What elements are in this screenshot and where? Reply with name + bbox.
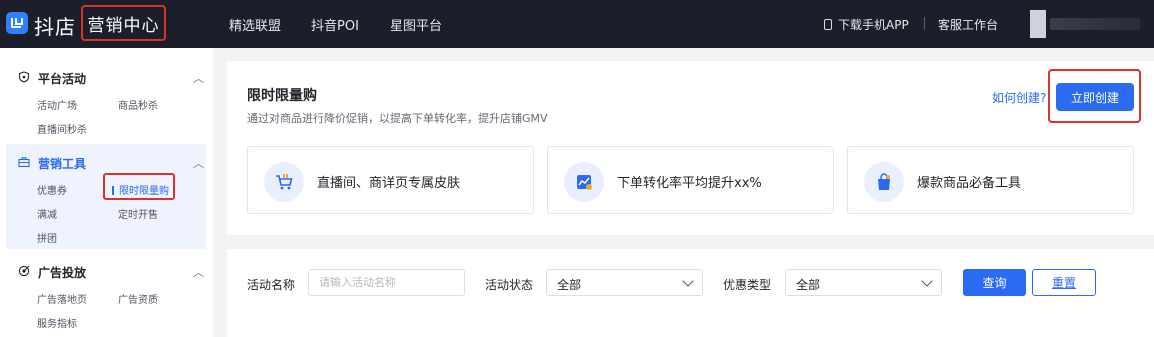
chevron-up-icon[interactable]: ︿ bbox=[193, 70, 204, 86]
toolbox-icon bbox=[18, 157, 30, 168]
sidebar-item-limited-purchase[interactable]: 限时限量购 bbox=[112, 182, 169, 197]
sidebar: 平台活动 ︿ 活动广场 商品秒杀 直播间秒杀 营销工具 ︿ 优惠券 限时限量购 … bbox=[0, 48, 213, 337]
active-indicator bbox=[112, 186, 114, 195]
sidebar-item-live-flash-sale[interactable]: 直播间秒杀 bbox=[37, 121, 87, 136]
nav-link-alliance[interactable]: 精选联盟 bbox=[229, 15, 281, 34]
sidebar-item-label: 限时限量购 bbox=[119, 186, 169, 197]
reset-button[interactable]: 重置 bbox=[1032, 269, 1096, 296]
sidebar-item-activity-square[interactable]: 活动广场 bbox=[37, 97, 77, 112]
sidebar-item-ad-qualification[interactable]: 广告资质 bbox=[118, 291, 158, 306]
nav-link-xingtu[interactable]: 星图平台 bbox=[390, 15, 442, 34]
sidebar-item-coupon[interactable]: 优惠券 bbox=[37, 182, 67, 197]
create-now-button[interactable]: 立即创建 bbox=[1056, 83, 1134, 111]
sidebar-group-title[interactable]: 平台活动 bbox=[38, 70, 86, 87]
marketing-center-button[interactable]: 营销中心 bbox=[81, 5, 166, 41]
target-icon bbox=[18, 265, 30, 277]
chevron-down-icon bbox=[921, 275, 933, 287]
page-title: 限时限量购 bbox=[247, 88, 317, 104]
sidebar-item-scheduled-sale[interactable]: 定时开售 bbox=[118, 206, 158, 221]
phone-icon bbox=[824, 19, 832, 30]
highlight-box-create: 立即创建 bbox=[1048, 69, 1141, 123]
nav-link-poi[interactable]: 抖音POI bbox=[311, 15, 359, 34]
select-value: 全部 bbox=[557, 278, 582, 292]
chart-icon bbox=[564, 162, 604, 202]
avatar[interactable] bbox=[1030, 10, 1046, 38]
sidebar-group-platform: 平台活动 ︿ bbox=[6, 62, 206, 142]
download-app-label: 下载手机APP bbox=[838, 18, 909, 32]
feature-card: 直播间、商详页专属皮肤 bbox=[247, 146, 534, 214]
cart-icon bbox=[264, 162, 304, 202]
sidebar-item-group-buy[interactable]: 拼团 bbox=[37, 230, 57, 245]
discount-type-select[interactable]: 全部 bbox=[785, 269, 942, 296]
how-to-create-link[interactable]: 如何创建? bbox=[992, 89, 1046, 106]
page-subtitle: 通过对商品进行降价促销，以提高下单转化率，提升店铺GMV bbox=[247, 112, 548, 125]
intro-card: 限时限量购 通过对商品进行降价促销，以提高下单转化率，提升店铺GMV 如何创建?… bbox=[227, 61, 1154, 235]
chevron-up-icon[interactable]: ︿ bbox=[193, 264, 204, 280]
chevron-down-icon bbox=[682, 275, 694, 287]
select-value: 全部 bbox=[796, 278, 821, 292]
activity-status-label: 活动状态 bbox=[485, 278, 534, 292]
sidebar-item-ad-landing[interactable]: 广告落地页 bbox=[37, 291, 87, 306]
sidebar-group-title[interactable]: 广告投放 bbox=[38, 264, 86, 281]
feature-card: 下单转化率平均提升xx% bbox=[547, 146, 834, 214]
discount-type-label: 优惠类型 bbox=[723, 278, 772, 292]
feature-label: 爆款商品必备工具 bbox=[917, 176, 1022, 191]
sidebar-item-full-reduction[interactable]: 满减 bbox=[37, 206, 57, 221]
activity-status-select[interactable]: 全部 bbox=[546, 269, 703, 296]
feature-label: 直播间、商详页专属皮肤 bbox=[317, 176, 461, 191]
query-button[interactable]: 查询 bbox=[963, 269, 1026, 296]
header-divider bbox=[924, 17, 925, 30]
feature-label: 下单转化率平均提升xx% bbox=[617, 176, 762, 191]
service-workbench-link[interactable]: 客服工作台 bbox=[938, 16, 998, 33]
brand-name[interactable]: 抖店 bbox=[34, 11, 76, 40]
top-bar: 抖店 营销中心 精选联盟 抖音POI 星图平台 下载手机APP 客服工作台 bbox=[0, 0, 1154, 48]
doudian-logo-icon[interactable] bbox=[6, 12, 28, 34]
sidebar-group-ads: 广告投放 ︿ bbox=[6, 256, 206, 336]
download-app-link[interactable]: 下载手机APP bbox=[824, 16, 909, 33]
activity-name-input[interactable] bbox=[308, 269, 465, 296]
sidebar-group-title[interactable]: 营销工具 bbox=[38, 155, 86, 172]
marketing-center-label: 营销中心 bbox=[87, 15, 160, 36]
shield-icon bbox=[18, 71, 30, 83]
sidebar-item-flash-sale[interactable]: 商品秒杀 bbox=[118, 97, 158, 112]
chevron-up-icon[interactable]: ︿ bbox=[193, 155, 204, 171]
filter-card: 活动名称 活动状态 全部 优惠类型 全部 查询 重置 bbox=[227, 249, 1154, 337]
sidebar-item-service-metrics[interactable]: 服务指标 bbox=[37, 315, 77, 330]
user-name-redacted[interactable] bbox=[1050, 18, 1140, 30]
feature-card: 爆款商品必备工具 bbox=[847, 146, 1134, 214]
activity-name-label: 活动名称 bbox=[247, 278, 296, 292]
bag-icon bbox=[864, 162, 904, 202]
